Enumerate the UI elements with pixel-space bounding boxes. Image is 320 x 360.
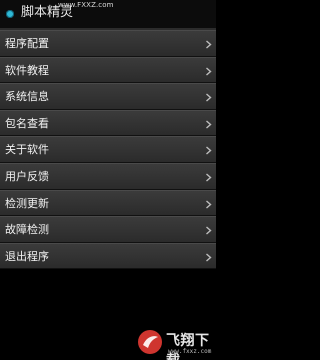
chevron-right-icon	[206, 146, 212, 155]
brand-url: www.fxxz.com	[168, 348, 212, 355]
chevron-right-icon	[206, 226, 212, 235]
menu-item-fault-check[interactable]: 故障检测	[0, 216, 216, 243]
app-dot-icon	[6, 10, 14, 18]
chevron-right-icon	[206, 40, 212, 49]
chevron-right-icon	[206, 173, 212, 182]
menu-item-label: 故障检测	[5, 223, 49, 237]
chevron-right-icon	[206, 253, 212, 262]
menu-item-exit[interactable]: 退出程序	[0, 242, 216, 270]
main-menu: 程序配置 软件教程 系统信息 包名查看 关于软件 用户反馈 检测更新 故障检测	[0, 30, 216, 270]
menu-item-label: 软件教程	[5, 63, 49, 77]
chevron-right-icon	[206, 200, 212, 209]
brand-watermark: 飞翔下载 www.fxxz.com	[136, 326, 214, 360]
title-bar: www.FXXZ.com 脚本精灵	[0, 0, 216, 28]
menu-item-label: 程序配置	[5, 37, 49, 50]
menu-item-check-update[interactable]: 检测更新	[0, 189, 216, 217]
menu-item-system-info[interactable]: 系统信息	[0, 83, 216, 110]
menu-item-tutorial[interactable]: 软件教程	[0, 56, 216, 84]
app-screen: www.FXXZ.com 脚本精灵 程序配置 软件教程 系统信息 包名查看 关于…	[0, 0, 216, 360]
menu-item-label: 包名查看	[5, 116, 49, 130]
brand-name: 飞翔下载	[166, 333, 210, 360]
menu-item-program-config[interactable]: 程序配置	[0, 30, 216, 57]
chevron-right-icon	[206, 93, 212, 102]
menu-item-label: 退出程序	[5, 249, 49, 263]
app-title: 脚本精灵	[21, 5, 74, 20]
chevron-right-icon	[206, 67, 212, 76]
brand-logo-icon	[138, 330, 162, 354]
menu-item-label: 系统信息	[5, 90, 49, 104]
menu-item-label: 用户反馈	[5, 169, 49, 183]
menu-item-feedback[interactable]: 用户反馈	[0, 162, 216, 190]
menu-item-about[interactable]: 关于软件	[0, 136, 216, 163]
menu-item-package-name[interactable]: 包名查看	[0, 109, 216, 137]
menu-item-label: 关于软件	[5, 143, 49, 157]
chevron-right-icon	[206, 120, 212, 129]
menu-item-label: 检测更新	[5, 196, 49, 210]
